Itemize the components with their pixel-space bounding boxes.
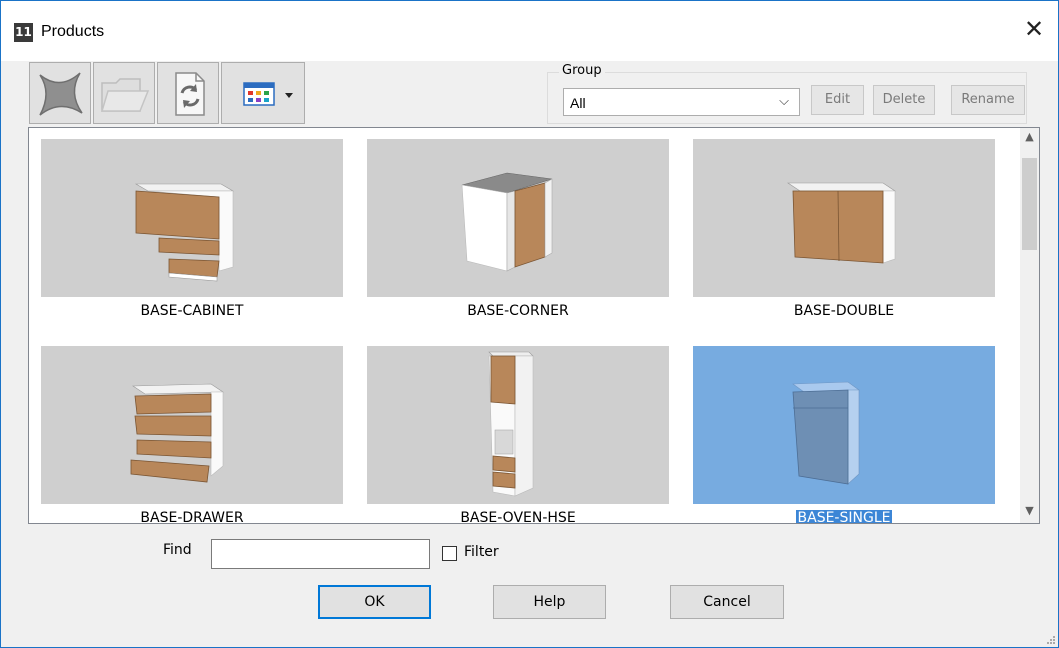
folder-icon [100, 78, 150, 112]
chevron-down-icon: ⌵ [779, 94, 789, 109]
product-thumbnail [693, 139, 995, 297]
view-mode-button[interactable] [221, 62, 305, 124]
app-icon: 11 [14, 23, 33, 42]
product-label: BASE-SINGLE [795, 510, 893, 524]
scroll-up-icon[interactable]: ▲ [1020, 130, 1039, 147]
rename-group-button[interactable]: Rename [951, 85, 1025, 115]
close-icon[interactable]: ✕ [1022, 17, 1046, 41]
title-bar: 11 Products ✕ [1, 1, 1058, 61]
product-thumbnail [367, 346, 669, 504]
product-label: BASE-DRAWER [140, 510, 244, 524]
product-thumbnail [693, 346, 995, 504]
product-label: BASE-OVEN-HSE [460, 510, 576, 524]
products-dialog: 11 Products ✕ Group All ⌵ Edit Delete Re… [0, 0, 1059, 648]
chevron-down-icon [285, 93, 293, 98]
open-folder-button[interactable] [93, 62, 155, 124]
scroll-down-icon[interactable]: ▼ [1020, 504, 1039, 521]
group-label: Group [559, 63, 605, 78]
find-label: Find [163, 542, 192, 558]
x-cross-icon [39, 72, 83, 116]
grid-view-icon [243, 82, 293, 106]
scrollbar-thumb[interactable] [1022, 158, 1037, 250]
product-label: BASE-DOUBLE [793, 303, 895, 319]
find-input[interactable] [211, 539, 430, 569]
delete-group-button[interactable]: Delete [873, 85, 935, 115]
ok-button[interactable]: OK [318, 585, 431, 619]
product-label: BASE-CORNER [467, 303, 569, 319]
window-title: Products [41, 23, 105, 40]
product-label: BASE-CABINET [140, 303, 244, 319]
filter-checkbox[interactable] [442, 546, 457, 561]
cancel-button[interactable]: Cancel [670, 585, 784, 619]
product-list[interactable]: BASE-CABINET BASE-CORNER BASE-DOUBLE BAS… [28, 127, 1040, 524]
vertical-scrollbar[interactable]: ▲ ▼ [1020, 128, 1039, 523]
resize-grip-icon[interactable] [1045, 634, 1055, 644]
edit-group-button[interactable]: Edit [811, 85, 864, 115]
product-thumbnail [41, 346, 343, 504]
delete-product-button[interactable] [29, 62, 91, 124]
product-thumbnail [41, 139, 343, 297]
filter-label[interactable]: Filter [464, 544, 499, 560]
product-thumbnail [367, 139, 669, 297]
refresh-button[interactable] [157, 62, 219, 124]
refresh-icon [175, 72, 205, 116]
help-button[interactable]: Help [493, 585, 606, 619]
group-select[interactable]: All ⌵ [563, 88, 800, 116]
group-selected-value: All [570, 95, 586, 111]
